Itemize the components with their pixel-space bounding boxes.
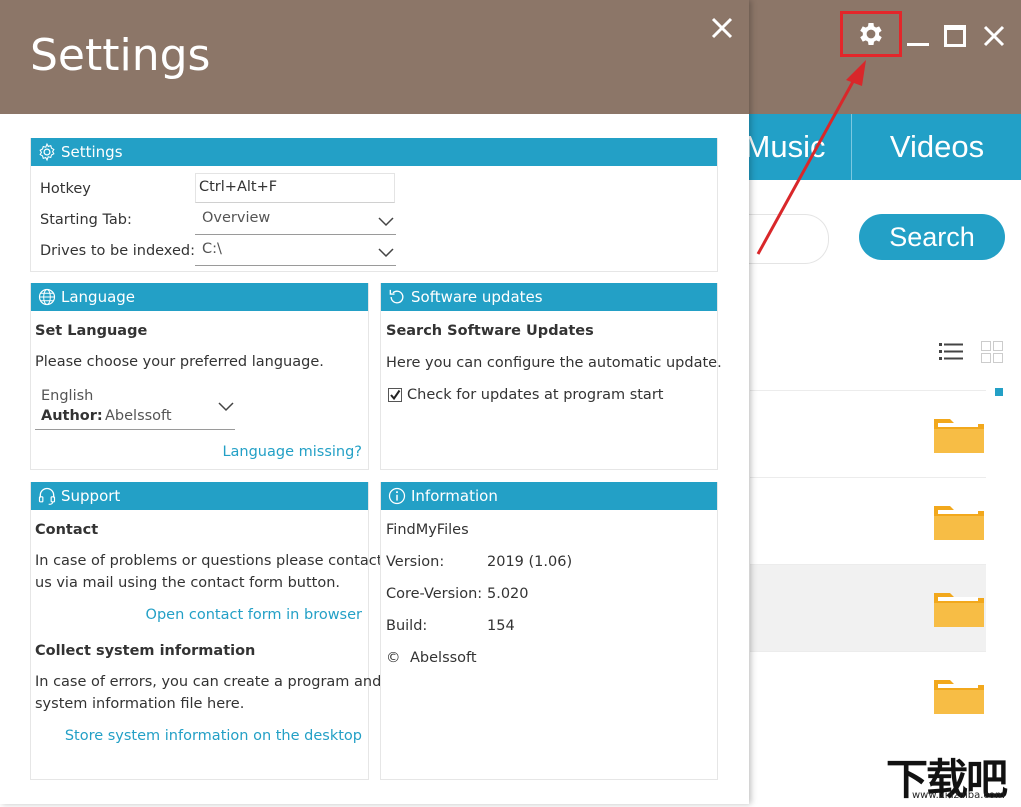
drives-value: C:\ bbox=[202, 241, 222, 257]
contact-desc-line-1: In case of problems or questions please … bbox=[35, 553, 383, 569]
collect-desc-line-2: system information file here. bbox=[35, 696, 245, 712]
hotkey-label: Hotkey bbox=[40, 181, 91, 197]
search-button[interactable]: Search bbox=[859, 214, 1005, 260]
language-select[interactable]: English Author: Abelssoft bbox=[35, 386, 235, 430]
information-panel-title: Information bbox=[411, 487, 498, 505]
gear-icon bbox=[860, 23, 882, 45]
copyright-owner: Abelssoft bbox=[410, 650, 477, 666]
core-version-value: 5.020 bbox=[487, 586, 529, 602]
tab-videos[interactable]: Videos bbox=[851, 114, 1021, 180]
information-panel-header: Information bbox=[381, 482, 717, 510]
list-item[interactable] bbox=[750, 390, 986, 477]
globe-icon bbox=[38, 288, 56, 306]
starting-tab-value: Overview bbox=[202, 210, 271, 226]
maximize-button[interactable] bbox=[944, 25, 966, 47]
contact-desc-line-2: us via mail using the contact form butto… bbox=[35, 575, 341, 591]
info-icon bbox=[388, 487, 406, 505]
settings-panel-title: Settings bbox=[61, 143, 123, 161]
updates-desc: Here you can configure the automatic upd… bbox=[386, 355, 722, 371]
support-panel: Support Contact In case of problems or q… bbox=[30, 482, 382, 780]
settings-dialog: Settings Settings Hotkey Ctrl+Alt+F Star… bbox=[0, 0, 749, 804]
list-view-icon[interactable] bbox=[939, 342, 963, 362]
settings-gear-button[interactable] bbox=[840, 11, 902, 57]
headset-icon bbox=[38, 487, 56, 505]
language-selected: English bbox=[41, 388, 94, 404]
author-label: Author: bbox=[41, 408, 103, 424]
minimize-button[interactable] bbox=[905, 28, 931, 48]
folder-icon bbox=[934, 506, 984, 540]
open-contact-form-link[interactable]: Open contact form in browser bbox=[146, 607, 362, 623]
store-system-info-link[interactable]: Store system information on the desktop bbox=[65, 728, 362, 744]
collect-desc-line-1: In case of errors, you can create a prog… bbox=[35, 674, 382, 690]
starting-tab-label: Starting Tab: bbox=[40, 212, 132, 228]
updates-panel-header: Software updates bbox=[381, 283, 717, 311]
folder-icon bbox=[934, 593, 984, 627]
updates-panel-title: Software updates bbox=[411, 288, 543, 306]
hotkey-value: Ctrl+Alt+F bbox=[199, 179, 278, 195]
language-desc: Please choose your preferred language. bbox=[35, 354, 324, 370]
version-value: 2019 (1.06) bbox=[487, 554, 573, 570]
updates-panel: Software updates Search Software Updates… bbox=[380, 283, 722, 470]
language-title: Set Language bbox=[35, 323, 148, 339]
watermark: 下载吧 www.xiazaiba.com bbox=[886, 746, 1018, 804]
author-value: Abelssoft bbox=[105, 408, 172, 424]
chevron-down-icon bbox=[378, 248, 394, 258]
core-version-label: Core-Version: bbox=[386, 586, 483, 602]
folder-icon bbox=[934, 680, 984, 714]
update-checkbox[interactable] bbox=[388, 388, 402, 402]
contact-title: Contact bbox=[35, 522, 99, 538]
grid-view-icon[interactable] bbox=[981, 341, 1003, 363]
drives-label: Drives to be indexed: bbox=[40, 243, 195, 259]
language-missing-link[interactable]: Language missing? bbox=[222, 444, 362, 460]
information-panel: Information FindMyFiles Version: 2019 (1… bbox=[380, 482, 718, 780]
page-title: Settings bbox=[30, 30, 211, 81]
build-value: 154 bbox=[487, 618, 515, 634]
list-item[interactable] bbox=[750, 564, 986, 651]
refresh-icon bbox=[389, 289, 404, 304]
scrollbar-thumb[interactable] bbox=[995, 388, 1003, 396]
updates-title: Search Software Updates bbox=[386, 323, 594, 339]
close-icon bbox=[711, 17, 733, 39]
list-item[interactable] bbox=[750, 651, 986, 738]
settings-panel-header: Settings bbox=[31, 138, 717, 166]
list-item[interactable] bbox=[750, 477, 986, 564]
hotkey-field[interactable]: Ctrl+Alt+F bbox=[195, 173, 395, 203]
collect-title: Collect system information bbox=[35, 643, 256, 659]
dialog-close-button[interactable] bbox=[709, 15, 735, 41]
chevron-down-icon bbox=[218, 402, 234, 412]
language-panel: Language Set Language Please choose your… bbox=[30, 283, 369, 470]
product-name: FindMyFiles bbox=[386, 522, 469, 538]
drives-select[interactable]: C:\ bbox=[195, 237, 396, 266]
gear-icon bbox=[39, 142, 55, 162]
support-panel-title: Support bbox=[61, 487, 121, 505]
settings-panel: Settings Hotkey Ctrl+Alt+F Starting Tab:… bbox=[30, 138, 718, 272]
copyright-symbol: © bbox=[386, 650, 401, 666]
starting-tab-select[interactable]: Overview bbox=[195, 206, 396, 235]
version-label: Version: bbox=[386, 554, 445, 570]
language-panel-title: Language bbox=[61, 288, 136, 306]
chevron-down-icon bbox=[378, 217, 394, 227]
dialog-header: Settings bbox=[0, 0, 749, 114]
build-label: Build: bbox=[386, 618, 428, 634]
language-panel-header: Language bbox=[31, 283, 368, 311]
close-app-button[interactable] bbox=[982, 24, 1006, 48]
support-panel-header: Support bbox=[31, 482, 368, 510]
close-icon bbox=[983, 25, 1005, 47]
checkmark-icon bbox=[390, 389, 401, 401]
update-checkbox-label[interactable]: Check for updates at program start bbox=[407, 387, 663, 403]
folder-icon bbox=[934, 419, 984, 453]
watermark-url: www.xiazaiba.com bbox=[912, 790, 1005, 801]
